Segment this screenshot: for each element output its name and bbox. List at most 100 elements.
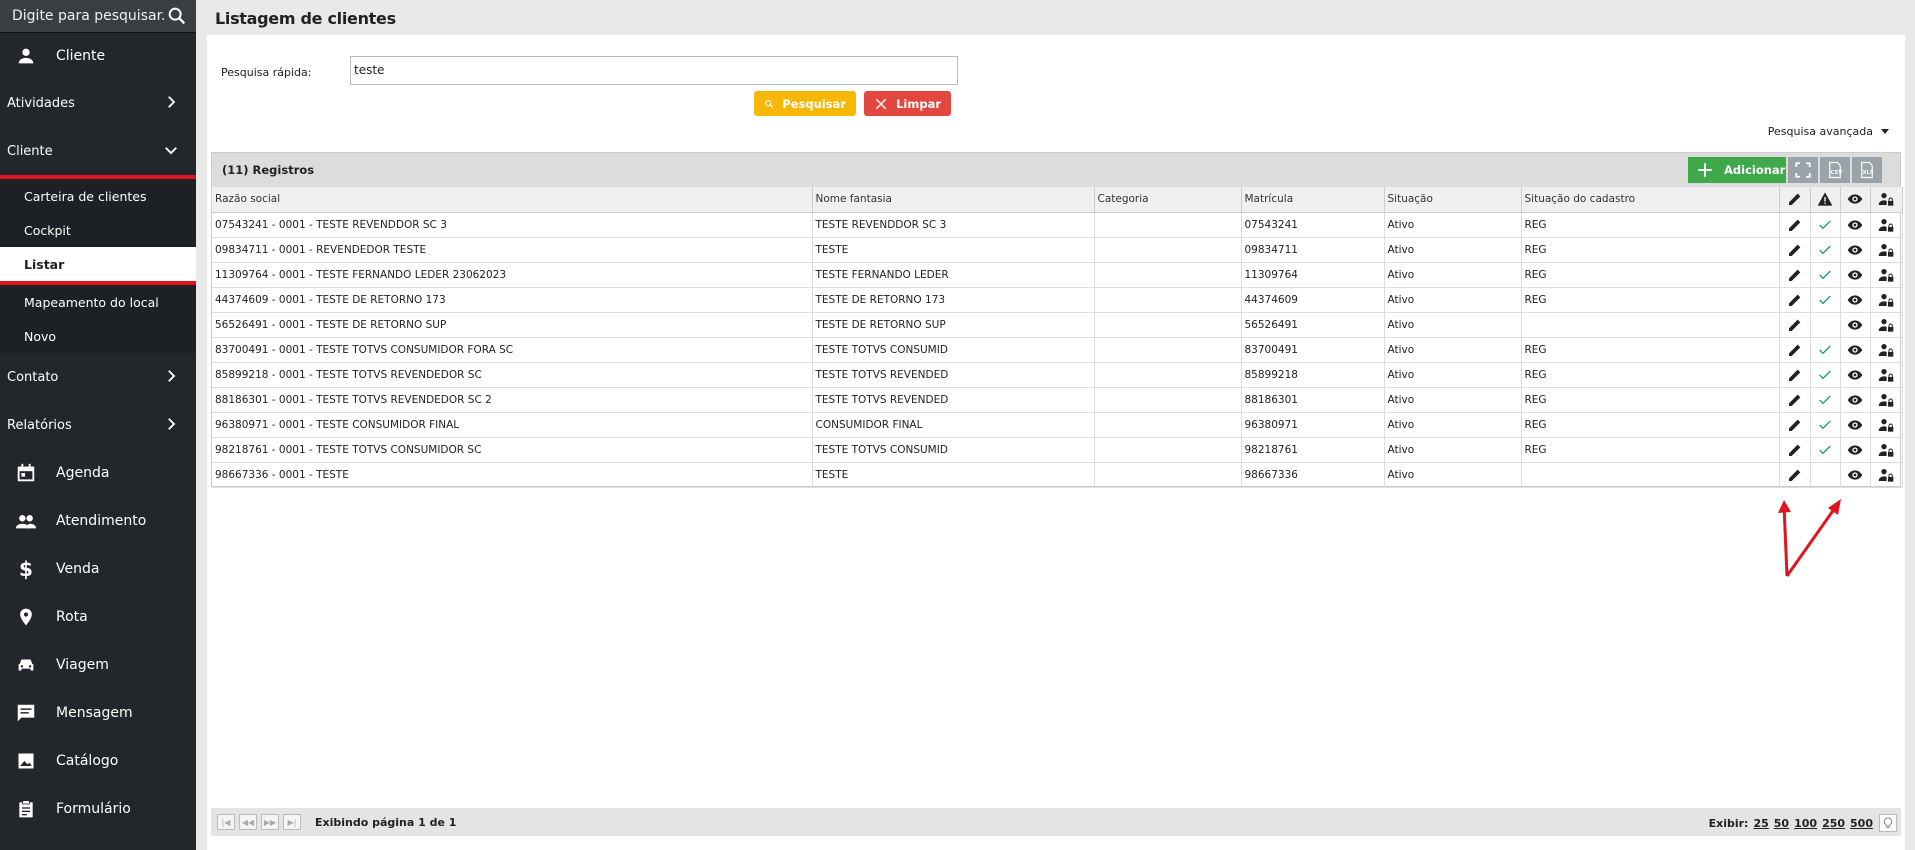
last-page-button[interactable]: ▶| xyxy=(283,814,301,830)
sidebar-item-agenda[interactable]: Agenda xyxy=(0,449,196,497)
table-row[interactable]: 98667336 - 0001 - TESTE TESTE 98667336 Ativ… xyxy=(212,462,1903,488)
table-row[interactable]: 98218761 - 0001 - TESTE TOTVS CONSUMIDOR… xyxy=(212,437,1903,463)
sidebar-search-input[interactable]: Digite para pesquisar... xyxy=(12,8,166,24)
page-size-option[interactable]: 25 xyxy=(1753,817,1768,830)
user-access-button[interactable] xyxy=(1870,437,1903,463)
sidebar-subitem-novo[interactable]: Novo xyxy=(0,319,196,353)
table-cell-razao: 98667336 - 0001 - TESTE xyxy=(212,462,813,488)
sidebar-item-formulario[interactable]: Formulário xyxy=(0,785,196,833)
lightbulb-icon[interactable] xyxy=(1879,814,1897,832)
sidebar-subitem-listar[interactable]: Listar xyxy=(0,247,196,281)
sidebar-item-catalogo[interactable]: Catálogo xyxy=(0,737,196,785)
quick-search-input[interactable]: teste xyxy=(350,56,958,85)
table-row[interactable]: 96380971 - 0001 - TESTE CONSUMIDOR FINAL… xyxy=(212,412,1903,438)
sidebar-item-venda[interactable]: $ Venda xyxy=(0,545,196,593)
view-button[interactable] xyxy=(1840,262,1871,288)
user-access-button[interactable] xyxy=(1870,237,1903,263)
page-size-option[interactable]: 50 xyxy=(1774,817,1789,830)
column-header[interactable]: Situação xyxy=(1384,187,1522,213)
user-access-button[interactable] xyxy=(1870,412,1903,438)
add-button[interactable]: Adicionar xyxy=(1688,157,1786,183)
column-header[interactable]: Situação do cadastro xyxy=(1521,187,1780,213)
edit-button[interactable] xyxy=(1779,287,1811,313)
user-access-button[interactable] xyxy=(1870,462,1903,488)
add-button-label: Adicionar xyxy=(1724,163,1786,177)
view-button[interactable] xyxy=(1840,287,1871,313)
table-row[interactable]: 83700491 - 0001 - TESTE TOTVS CONSUMIDOR… xyxy=(212,337,1903,363)
status-check xyxy=(1810,387,1841,413)
sidebar-subitem-mapeamento[interactable]: Mapeamento do local xyxy=(0,285,196,319)
edit-button[interactable] xyxy=(1779,462,1811,488)
table-row[interactable]: 09834711 - 0001 - REVENDEDOR TESTE TESTE 0… xyxy=(212,237,1903,263)
sidebar-subitem-cockpit[interactable]: Cockpit xyxy=(0,213,196,247)
user-access-button[interactable] xyxy=(1870,212,1903,238)
view-button[interactable] xyxy=(1840,462,1871,488)
table-row[interactable]: 56526491 - 0001 - TESTE DE RETORNO SUP TE… xyxy=(212,312,1903,338)
page-size-option[interactable]: 250 xyxy=(1822,817,1845,830)
export-csv-button[interactable]: CSV xyxy=(1820,157,1850,183)
sidebar-item-contato[interactable]: Contato xyxy=(0,353,196,401)
view-button[interactable] xyxy=(1840,387,1871,413)
table-cell-situacao: Ativo xyxy=(1384,387,1522,413)
advanced-search-toggle[interactable]: Pesquisa avançada xyxy=(1768,125,1889,138)
sidebar-subitem-carteira[interactable]: Carteira de clientes xyxy=(0,179,196,213)
prev-page-button[interactable]: ◀◀ xyxy=(239,814,257,830)
fullscreen-icon xyxy=(1795,162,1811,178)
sidebar-item-atendimento[interactable]: Atendimento xyxy=(0,497,196,545)
export-xls-button[interactable]: XLS xyxy=(1852,157,1882,183)
column-header[interactable]: Matrícula xyxy=(1241,187,1385,213)
page-size-option[interactable]: 500 xyxy=(1850,817,1873,830)
table-cell-situacao: Ativo xyxy=(1384,262,1522,288)
fullscreen-button[interactable] xyxy=(1788,157,1818,183)
pencil-icon xyxy=(1788,319,1800,331)
view-button[interactable] xyxy=(1840,237,1871,263)
table-row[interactable]: 07543241 - 0001 - TESTE REVENDDOR SC 3 TE… xyxy=(212,212,1903,238)
column-header[interactable]: Nome fantasia xyxy=(812,187,1095,213)
edit-button[interactable] xyxy=(1779,237,1811,263)
records-count: (11) Registros xyxy=(222,163,315,177)
search-icon[interactable] xyxy=(166,5,188,27)
user-access-button[interactable] xyxy=(1870,337,1903,363)
search-button[interactable]: Pesquisar xyxy=(754,91,856,116)
view-button[interactable] xyxy=(1840,437,1871,463)
view-button[interactable] xyxy=(1840,312,1871,338)
sidebar-item-cliente[interactable]: Cliente xyxy=(0,33,196,79)
edit-button[interactable] xyxy=(1779,362,1811,388)
first-page-button[interactable]: |◀ xyxy=(217,814,235,830)
table-cell-situacao: Ativo xyxy=(1384,412,1522,438)
sidebar-item-viagem[interactable]: Viagem xyxy=(0,641,196,689)
column-header[interactable]: Razão social xyxy=(212,187,813,213)
view-button[interactable] xyxy=(1840,362,1871,388)
sidebar-item-mensagem[interactable]: Mensagem xyxy=(0,689,196,737)
car-icon xyxy=(14,653,38,677)
view-button[interactable] xyxy=(1840,412,1871,438)
table-row[interactable]: 44374609 - 0001 - TESTE DE RETORNO 173 TE… xyxy=(212,287,1903,313)
edit-button[interactable] xyxy=(1779,262,1811,288)
table-row[interactable]: 11309764 - 0001 - TESTE FERNANDO LEDER 2… xyxy=(212,262,1903,288)
user-access-button[interactable] xyxy=(1870,287,1903,313)
user-access-button[interactable] xyxy=(1870,387,1903,413)
edit-button[interactable] xyxy=(1779,337,1811,363)
user-access-button[interactable] xyxy=(1870,312,1903,338)
clear-button[interactable]: Limpar xyxy=(864,91,951,116)
user-access-button[interactable] xyxy=(1870,362,1903,388)
edit-button[interactable] xyxy=(1779,387,1811,413)
table-row[interactable]: 88186301 - 0001 - TESTE TOTVS REVENDEDOR… xyxy=(212,387,1903,413)
sidebar-search[interactable]: Digite para pesquisar... xyxy=(0,0,196,33)
page-size-option[interactable]: 100 xyxy=(1794,817,1817,830)
sidebar-item-cliente-group[interactable]: Cliente xyxy=(0,127,196,175)
edit-button[interactable] xyxy=(1779,412,1811,438)
sidebar-item-atividades[interactable]: Atividades xyxy=(0,79,196,127)
table-row[interactable]: 85899218 - 0001 - TESTE TOTVS REVENDEDOR… xyxy=(212,362,1903,388)
sidebar-item-relatorios[interactable]: Relatórios xyxy=(0,401,196,449)
edit-button[interactable] xyxy=(1779,437,1811,463)
next-page-button[interactable]: ▶▶ xyxy=(261,814,279,830)
edit-button[interactable] xyxy=(1779,212,1811,238)
column-header[interactable]: Categoria xyxy=(1094,187,1242,213)
edit-button[interactable] xyxy=(1779,312,1811,338)
user-access-button[interactable] xyxy=(1870,262,1903,288)
sidebar-item-rota[interactable]: Rota xyxy=(0,593,196,641)
user-lock-icon xyxy=(1878,443,1894,457)
view-button[interactable] xyxy=(1840,212,1871,238)
view-button[interactable] xyxy=(1840,337,1871,363)
